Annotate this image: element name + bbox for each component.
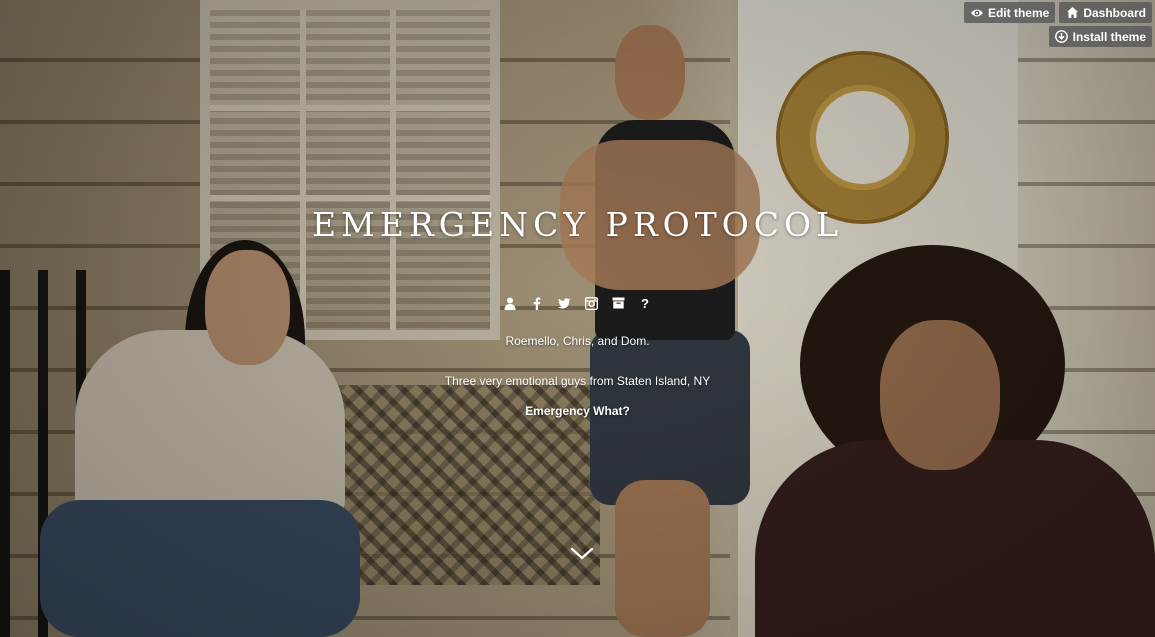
question-icon[interactable]: ? — [638, 296, 652, 311]
edit-theme-label: Edit theme — [987, 5, 1050, 20]
person-icon[interactable] — [503, 296, 517, 310]
archive-icon[interactable] — [611, 296, 625, 310]
header-hero: Edit theme Dashboard Install theme EMERG… — [0, 0, 1155, 637]
instagram-icon[interactable] — [584, 296, 598, 310]
download-icon — [1055, 30, 1069, 44]
facebook-icon[interactable] — [530, 296, 544, 310]
emergency-what-link[interactable]: Emergency What? — [0, 404, 1155, 418]
dashboard-label: Dashboard — [1083, 5, 1146, 20]
install-theme-button[interactable]: Install theme — [1048, 26, 1152, 47]
description-line-2: Three very emotional guys from Staten Is… — [444, 374, 711, 388]
dashboard-button[interactable]: Dashboard — [1059, 2, 1152, 23]
chevron-down-icon[interactable] — [568, 544, 596, 562]
home-icon — [1065, 6, 1079, 20]
edit-theme-button[interactable]: Edit theme — [963, 2, 1056, 23]
description-line-1: Roemello, Chris, and Dom. — [505, 334, 650, 348]
social-nav: ? — [0, 296, 1155, 311]
eye-icon — [970, 6, 984, 20]
blog-title[interactable]: EMERGENCY PROTOCOL — [0, 205, 1155, 244]
twitter-icon[interactable] — [557, 296, 571, 310]
admin-controls: Edit theme Dashboard Install theme — [963, 2, 1152, 47]
install-theme-label: Install theme — [1072, 29, 1146, 44]
